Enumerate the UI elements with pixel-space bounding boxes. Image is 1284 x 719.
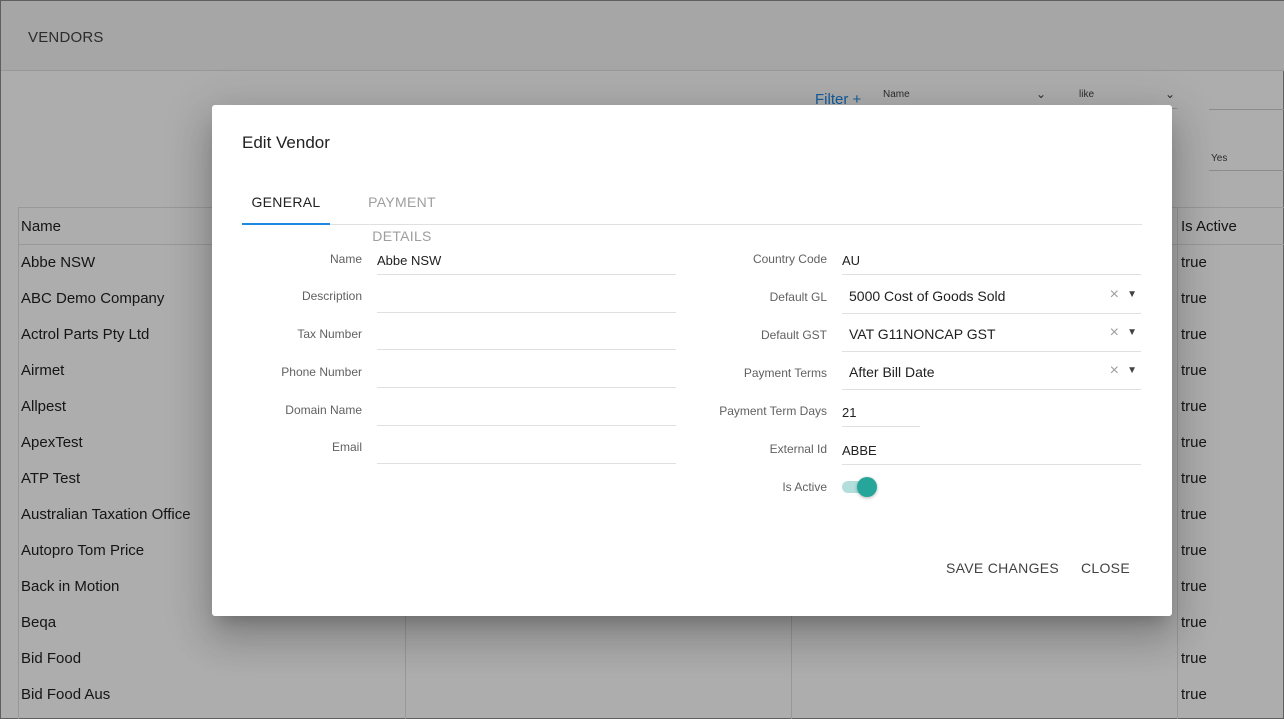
domain-name-input[interactable] (377, 402, 676, 426)
domain-name-label: Domain Name (285, 403, 362, 417)
tab-general[interactable]: GENERAL (242, 185, 330, 225)
country-code-label: Country Code (752, 252, 827, 266)
default-gl-value: 5000 Cost of Goods Sold (849, 288, 1006, 304)
default-gl-label: Default GL (769, 290, 827, 304)
country-code-input[interactable]: AU (842, 251, 1141, 275)
description-label: Description (301, 289, 362, 303)
payment-terms-value: After Bill Date (849, 364, 935, 380)
clear-icon[interactable]: × (1110, 362, 1119, 380)
phone-number-label: Phone Number (281, 365, 362, 379)
dialog-tabs: GENERAL PAYMENT DETAILS (242, 185, 1142, 244)
payment-term-days-input[interactable]: 21 (842, 403, 920, 427)
payment-term-days-label: Payment Term Days (719, 404, 827, 418)
clear-icon[interactable]: × (1110, 286, 1119, 304)
is-active-toggle[interactable] (842, 477, 877, 497)
payment-terms-select[interactable]: After Bill Date × ▼ (842, 352, 1141, 390)
description-input[interactable] (377, 289, 676, 313)
edit-vendor-dialog: Edit Vendor GENERAL PAYMENT DETAILS Name… (212, 105, 1172, 616)
save-changes-button[interactable]: SAVE CHANGES (946, 560, 1059, 576)
dropdown-arrow-icon[interactable]: ▼ (1127, 365, 1137, 376)
dialog-title: Edit Vendor (242, 133, 330, 152)
name-input[interactable]: Abbe NSW (377, 251, 676, 275)
tab-payment-details[interactable]: PAYMENT DETAILS (345, 185, 459, 244)
dropdown-arrow-icon[interactable]: ▼ (1127, 289, 1137, 300)
external-id-input[interactable]: ABBE (842, 441, 1141, 465)
clear-icon[interactable]: × (1110, 324, 1119, 342)
default-gst-value: VAT G11NONCAP GST (849, 326, 996, 342)
external-id-label: External Id (769, 442, 827, 456)
is-active-label: Is Active (782, 480, 827, 494)
dropdown-arrow-icon[interactable]: ▼ (1127, 327, 1137, 338)
close-button[interactable]: CLOSE (1081, 560, 1130, 576)
default-gst-label: Default GST (760, 328, 827, 342)
tax-number-label: Tax Number (297, 327, 362, 341)
default-gst-select[interactable]: VAT G11NONCAP GST × ▼ (842, 314, 1141, 352)
name-label: Name (329, 252, 362, 266)
tax-number-input[interactable] (377, 326, 676, 350)
toggle-thumb (857, 477, 877, 497)
phone-number-input[interactable] (377, 364, 676, 388)
email-input[interactable] (377, 440, 676, 464)
default-gl-select[interactable]: 5000 Cost of Goods Sold × ▼ (842, 276, 1141, 314)
payment-terms-label: Payment Terms (743, 366, 827, 380)
email-label: Email (331, 440, 362, 454)
